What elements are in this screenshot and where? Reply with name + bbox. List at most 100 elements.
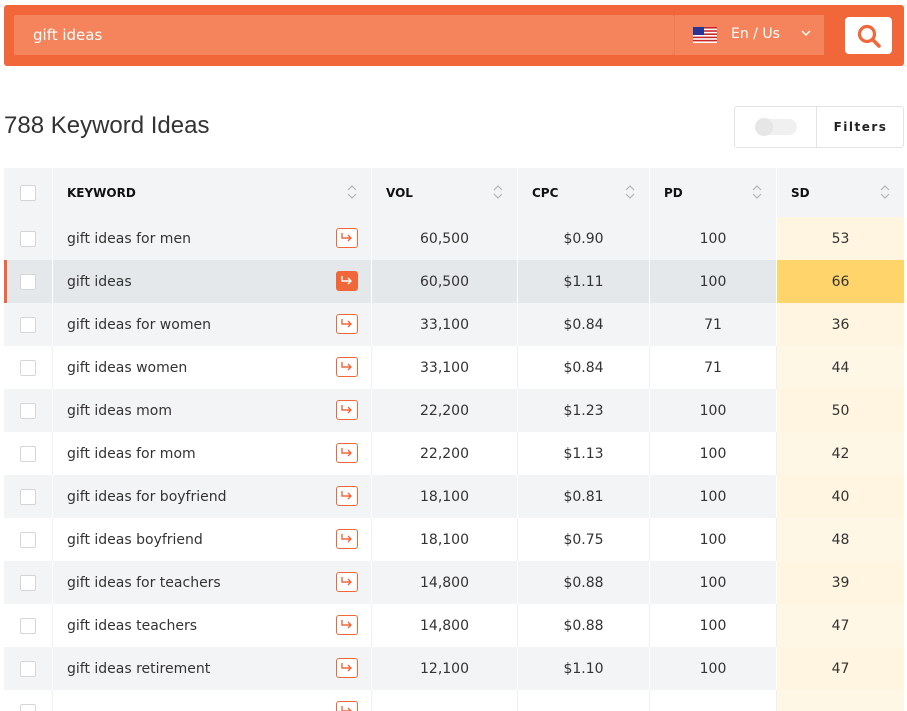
column-label: PD [664, 185, 683, 200]
open-keyword-button[interactable] [336, 357, 358, 377]
open-keyword-button[interactable] [336, 400, 358, 420]
table-row[interactable]: gift ideas for women 33,100 $0.84 71 36 [4, 303, 904, 346]
sd-cell: 53 [777, 217, 904, 260]
header-checkbox-cell [4, 168, 53, 217]
vol-cell: 14,800 [372, 604, 518, 647]
keyword-text[interactable]: gift ideas [67, 274, 132, 290]
open-keyword-button[interactable] [336, 314, 358, 334]
open-keyword-button[interactable] [336, 271, 358, 291]
keyword-text[interactable]: gift ideas teachers [67, 618, 197, 634]
open-keyword-button[interactable] [336, 443, 358, 463]
keyword-text[interactable]: gift ideas for women [67, 317, 211, 333]
table-row[interactable]: gift ideas for mom 22,200 $1.13 100 42 [4, 432, 904, 475]
pd-cell: 100 [650, 475, 777, 518]
row-checkbox-cell [4, 647, 53, 690]
chevron-down-icon [801, 30, 811, 36]
search-button[interactable] [845, 17, 892, 54]
row-checkbox[interactable] [20, 574, 36, 591]
open-keyword-button[interactable] [336, 658, 358, 678]
vol-cell: 14,800 [372, 561, 518, 604]
row-checkbox-cell [4, 518, 53, 561]
table-row[interactable]: gift ideas 60,500 $1.11 100 66 [4, 260, 904, 303]
toggle-knob [755, 118, 773, 136]
keyword-text[interactable]: gift ideas women [67, 360, 187, 376]
open-keyword-button[interactable] [336, 529, 358, 549]
row-checkbox[interactable] [20, 316, 36, 333]
table-row[interactable]: gift ideas teachers 14,800 $0.88 100 47 [4, 604, 904, 647]
pd-cell: 100 [650, 604, 777, 647]
row-checkbox[interactable] [20, 359, 36, 376]
select-all-checkbox[interactable] [20, 184, 36, 201]
table-row[interactable]: gift ideas for men 60,500 $0.90 100 53 [4, 217, 904, 260]
keyword-text[interactable]: gift ideas for boyfriend [67, 489, 227, 505]
open-keyword-button[interactable] [336, 615, 358, 635]
pd-cell: 100 [650, 432, 777, 475]
table-row-partial[interactable] [4, 690, 904, 711]
search-input[interactable] [14, 15, 674, 55]
keyword-cell: gift ideas boyfriend [53, 518, 372, 561]
table-row[interactable]: gift ideas boyfriend 18,100 $0.75 100 48 [4, 518, 904, 561]
arrow-return-icon [341, 319, 352, 328]
arrow-return-icon [341, 405, 352, 414]
language-select[interactable]: En / Us [674, 15, 824, 55]
keyword-text[interactable]: gift ideas mom [67, 403, 172, 419]
pd-cell: 71 [650, 346, 777, 389]
row-checkbox[interactable] [20, 531, 36, 548]
keyword-text[interactable]: gift ideas for mom [67, 446, 196, 462]
row-checkbox[interactable] [20, 273, 36, 290]
sort-icon [493, 185, 503, 199]
table-row[interactable]: gift ideas women 33,100 $0.84 71 44 [4, 346, 904, 389]
column-header-sd[interactable]: SD [777, 168, 904, 217]
column-header-pd[interactable]: PD [650, 168, 777, 217]
row-checkbox-cell [4, 303, 53, 346]
table-row[interactable]: gift ideas retirement 12,100 $1.10 100 4… [4, 647, 904, 690]
arrow-return-icon [341, 491, 352, 500]
arrow-return-icon [341, 706, 352, 711]
sort-icon [752, 185, 762, 199]
vol-cell: 60,500 [372, 260, 518, 303]
pd-cell: 100 [650, 389, 777, 432]
keyword-text[interactable]: gift ideas for men [67, 231, 191, 247]
column-label: CPC [532, 185, 559, 200]
column-header-vol[interactable]: VOL [372, 168, 518, 217]
sd-cell: 39 [777, 561, 904, 604]
column-label: KEYWORD [67, 185, 136, 200]
search-bar: En / Us [4, 5, 904, 66]
keyword-text[interactable]: gift ideas retirement [67, 661, 210, 677]
language-label: En / Us [731, 26, 780, 42]
pd-cell: 100 [650, 518, 777, 561]
table-row[interactable]: gift ideas mom 22,200 $1.23 100 50 [4, 389, 904, 432]
column-header-keyword[interactable]: KEYWORD [53, 168, 372, 217]
column-header-cpc[interactable]: CPC [518, 168, 650, 217]
filters-toggle[interactable] [755, 118, 797, 136]
filters-button[interactable]: Filters [817, 107, 904, 147]
open-keyword-button[interactable] [336, 701, 358, 711]
keyword-cell: gift ideas mom [53, 389, 372, 432]
vol-cell: 33,100 [372, 346, 518, 389]
row-checkbox[interactable] [20, 660, 36, 677]
keyword-text[interactable]: gift ideas for teachers [67, 575, 221, 591]
row-checkbox[interactable] [20, 402, 36, 419]
cpc-cell: $1.11 [518, 260, 650, 303]
cpc-cell: $0.81 [518, 475, 650, 518]
table-row[interactable]: gift ideas for teachers 14,800 $0.88 100… [4, 561, 904, 604]
table-row[interactable]: gift ideas for boyfriend 18,100 $0.81 10… [4, 475, 904, 518]
row-checkbox-cell [4, 475, 53, 518]
keyword-text[interactable]: gift ideas boyfriend [67, 532, 203, 548]
row-checkbox-cell [4, 217, 53, 260]
row-checkbox[interactable] [20, 230, 36, 247]
sort-icon [347, 185, 357, 199]
vol-cell: 18,100 [372, 518, 518, 561]
open-keyword-button[interactable] [336, 486, 358, 506]
row-checkbox-cell [4, 432, 53, 475]
keywords-table: KEYWORD VOL CPC PD SD gift ideas for men… [4, 168, 904, 711]
row-checkbox[interactable] [20, 488, 36, 505]
table-header: KEYWORD VOL CPC PD SD [4, 168, 904, 217]
row-checkbox[interactable] [20, 445, 36, 462]
keyword-cell: gift ideas women [53, 346, 372, 389]
open-keyword-button[interactable] [336, 572, 358, 592]
row-checkbox[interactable] [20, 703, 36, 711]
open-keyword-button[interactable] [336, 228, 358, 248]
search-icon [857, 24, 881, 48]
row-checkbox[interactable] [20, 617, 36, 634]
